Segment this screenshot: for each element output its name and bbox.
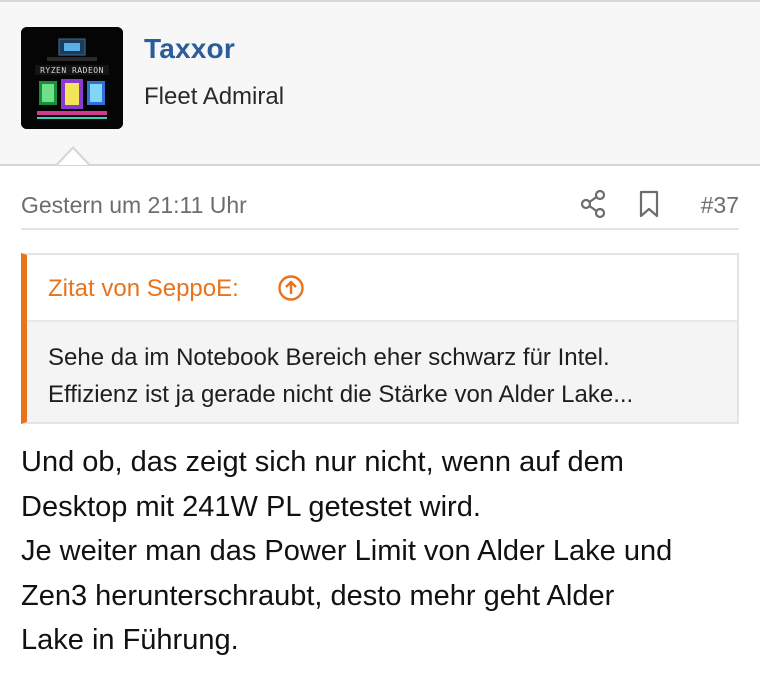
- post-text-line: Desktop mit 241W PL getestet wird.: [21, 490, 481, 523]
- avatar[interactable]: RYZEN RADEON: [21, 27, 123, 129]
- post-meta-row: Gestern um 21:11 Uhr #37: [21, 186, 739, 230]
- author-header: RYZEN RADEON Taxxor Fleet Admiral: [0, 0, 760, 166]
- post-date[interactable]: Gestern um 21:11 Uhr: [21, 192, 247, 219]
- post-body: Und ob, das zeigt sich nur nicht, wenn a…: [21, 440, 739, 663]
- post-text-line: Lake in Führung.: [21, 624, 239, 656]
- quote-header: Zitat von SeppoE:: [27, 255, 737, 322]
- avatar-image: RYZEN RADEON: [21, 27, 123, 129]
- post-text-line: Und ob, das zeigt sich nur nicht, wenn a…: [21, 446, 624, 478]
- quote-source-link[interactable]: Zitat von SeppoE:: [48, 275, 239, 303]
- post-text-line: Je weiter man das Power Limit von Alder …: [21, 535, 673, 567]
- quote-body: Sehe da im Notebook Bereich eher schwarz…: [27, 322, 737, 422]
- post-text-line: Zen3 herunterschraubt, desto mehr geht A…: [21, 579, 615, 612]
- avatar-logo-text: RYZEN RADEON: [40, 66, 104, 75]
- author-name[interactable]: Taxxor: [144, 33, 235, 65]
- bookmark-icon[interactable]: [637, 189, 661, 219]
- arrow-up-circle-icon[interactable]: [277, 274, 305, 302]
- author-rank: Fleet Admiral: [144, 83, 285, 110]
- quote-text-line: Sehe da im Notebook Bereich eher schwarz…: [48, 344, 610, 371]
- post-number-link[interactable]: #37: [701, 192, 739, 219]
- quote-text-line: Effizienz ist ja gerade nicht die Stärke…: [48, 381, 634, 408]
- header-pointer-fill: [58, 149, 88, 165]
- share-icon[interactable]: [579, 189, 607, 219]
- quote-block: Zitat von SeppoE: Sehe da im Notebook Be…: [21, 253, 739, 424]
